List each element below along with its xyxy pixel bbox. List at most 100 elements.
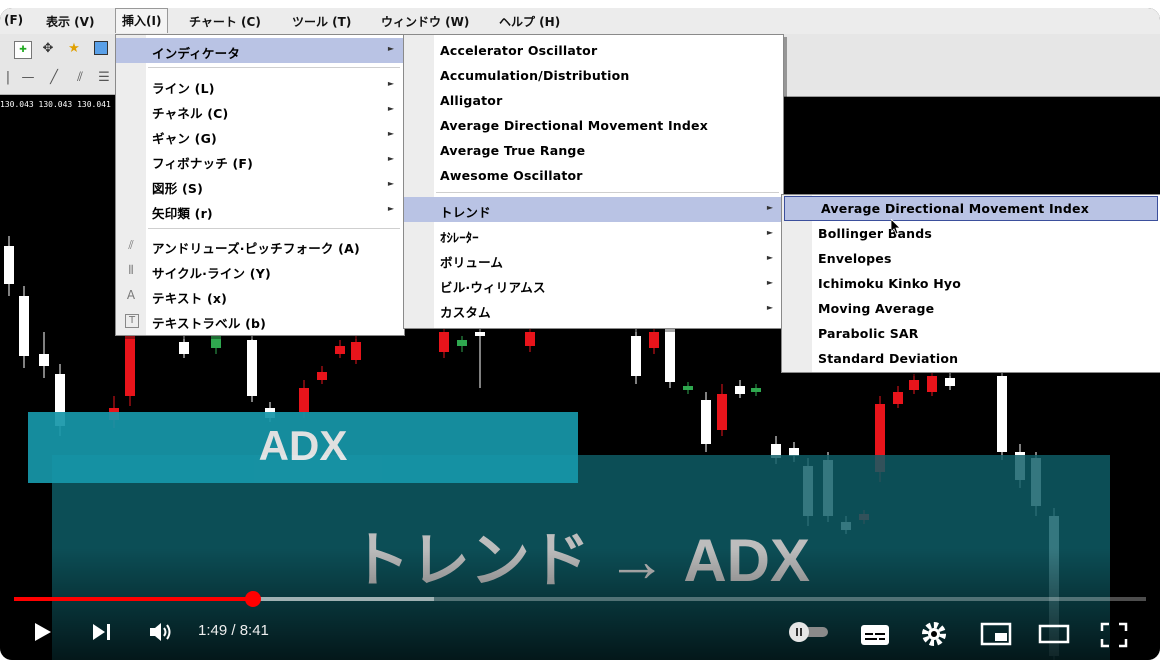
vertical-line-icon[interactable]: | [0, 70, 16, 86]
menu-item-envelopes[interactable]: Envelopes [782, 246, 1160, 271]
menu-item-moving-average[interactable]: Moving Average [782, 296, 1160, 321]
menu-tools[interactable]: ツール (T) [292, 13, 351, 30]
menu-item-volumes[interactable]: ボリューム ► [404, 247, 783, 272]
text-icon: A [126, 288, 136, 302]
toolbar-right [782, 34, 1160, 97]
menu-item-awesome-oscillator[interactable]: Awesome Oscillator [404, 163, 783, 188]
menu-window[interactable]: ウィンドウ (W) [381, 13, 469, 30]
menu-item-standard-deviation[interactable]: Standard Deviation [782, 346, 1160, 371]
progress-bar[interactable] [14, 591, 1146, 607]
menu-item-fibonacci[interactable]: フィボナッチ (F) ► [116, 148, 404, 173]
menu-item-alligator[interactable]: Alligator [404, 88, 783, 113]
subtitles-icon[interactable] [860, 624, 890, 646]
candlestick [247, 334, 257, 402]
menu-item-bill-williams[interactable]: ビル·ウィリアムス ► [404, 272, 783, 297]
menu-item-label: Ichimoku Kinko Hyo [818, 276, 962, 291]
candlestick [927, 370, 937, 396]
menu-item-arrows[interactable]: 矢印類 (r) ► [116, 198, 404, 223]
window-icon[interactable] [94, 41, 108, 55]
menu-insert[interactable]: 挿入(I) [115, 8, 169, 33]
played-bar [14, 597, 253, 601]
menu-item-bollinger-bands[interactable]: Bollinger Bands [782, 221, 1160, 246]
menu-item-custom[interactable]: カスタム ► [404, 297, 783, 322]
mouse-cursor-icon [891, 219, 901, 235]
menu-file[interactable]: (F) [4, 13, 23, 27]
fibonacci-icon[interactable]: ☰ [96, 70, 112, 86]
equidistant-channel-icon[interactable]: ⫽ [72, 70, 88, 86]
menu-item-channels[interactable]: チャネル (C) ► [116, 98, 404, 123]
volume-icon[interactable] [148, 620, 174, 644]
menu-separator [148, 228, 400, 229]
menu-item-label: Envelopes [818, 251, 892, 266]
submenu-arrow-icon: ► [387, 44, 394, 53]
menu-item-trend[interactable]: トレンド ► [404, 197, 783, 222]
menu-item-label: Moving Average [818, 301, 935, 316]
video-frame[interactable]: (F) 表示 (V) 挿入(I) チャート (C) ツール (T) ウィンドウ … [0, 8, 1160, 660]
trendline-icon[interactable]: ╱ [46, 70, 62, 86]
candlestick [39, 332, 49, 378]
settings-gear-icon[interactable] [920, 620, 948, 648]
crosshair-icon[interactable]: ✥ [40, 41, 56, 57]
submenu-arrow-icon: ► [766, 278, 773, 287]
menu-item-andrews-pitchfork[interactable]: ⫽ アンドリューズ·ピッチフォーク (A) [116, 233, 404, 258]
play-icon[interactable] [30, 620, 54, 644]
banner-text: ADX [258, 422, 348, 469]
menu-charts[interactable]: チャート (C) [189, 13, 261, 30]
menu-item-parabolic-sar[interactable]: Parabolic SAR [782, 321, 1160, 346]
candlestick [475, 326, 485, 388]
menu-item-cycle-lines[interactable]: ⦀ サイクル·ライン (Y) [116, 258, 404, 283]
menu-item-indicators[interactable]: インディケータ ► [116, 38, 404, 63]
price-readout: 130.043 130.043 130.041 [0, 100, 111, 109]
menu-item-label: チャネル (C) [152, 106, 229, 121]
toolbar-draw: | — ╱ ⫽ ☰ [0, 64, 116, 95]
candlestick [19, 286, 29, 368]
menu-item-adx[interactable]: Average Directional Movement Index [784, 196, 1158, 221]
next-icon[interactable] [90, 620, 114, 644]
candlestick [439, 326, 449, 358]
menu-item-oscillators[interactable]: ｵｼﾚｰﾀｰ ► [404, 222, 783, 247]
theater-mode-icon[interactable] [1038, 622, 1070, 646]
menu-item-label: Average Directional Movement Index [821, 201, 1089, 216]
menu-item-text-label[interactable]: T テキストラベル (b) [116, 308, 404, 333]
menu-item-label: ライン (L) [152, 81, 215, 96]
candlestick [909, 374, 919, 394]
menu-item-accelerator-oscillator[interactable]: Accelerator Oscillator [404, 38, 783, 63]
submenu-arrow-icon: ► [766, 228, 773, 237]
menu-view[interactable]: 表示 (V) [46, 13, 94, 30]
menu-item-average-true-range[interactable]: Average True Range [404, 138, 783, 163]
candlestick [751, 384, 761, 396]
menu-help[interactable]: ヘルプ (H) [499, 13, 560, 30]
menu-item-ichimoku[interactable]: Ichimoku Kinko Hyo [782, 271, 1160, 296]
candlestick [701, 392, 711, 452]
menu-item-text[interactable]: A テキスト (x) [116, 283, 404, 308]
menu-item-shapes[interactable]: 図形 (S) ► [116, 173, 404, 198]
trend-submenu: Average Directional Movement Index Bolli… [781, 194, 1160, 373]
miniplayer-icon[interactable] [980, 622, 1012, 646]
new-chart-icon[interactable]: ✚ [14, 41, 32, 59]
menu-item-label: Parabolic SAR [818, 326, 919, 341]
favorites-icon[interactable]: ★ [66, 41, 82, 57]
autoplay-toggle-icon[interactable] [788, 621, 830, 643]
candlestick [683, 382, 693, 394]
candlestick [4, 236, 14, 296]
scrubber-handle[interactable] [244, 591, 261, 607]
submenu-arrow-icon: ► [766, 303, 773, 312]
menu-item-label: Alligator [440, 93, 503, 108]
menu-item-label: テキスト (x) [152, 291, 228, 306]
menu-item-accumulation-distribution[interactable]: Accumulation/Distribution [404, 63, 783, 88]
submenu-arrow-icon: ► [387, 204, 394, 213]
menu-item-label: トレンド [440, 205, 491, 220]
fullscreen-icon[interactable] [1100, 622, 1128, 648]
submenu-arrow-icon: ► [387, 179, 394, 188]
menu-item-label: ビル·ウィリアムス [440, 280, 546, 295]
menu-item-gann[interactable]: ギャン (G) ► [116, 123, 404, 148]
menu-bar: (F) 表示 (V) 挿入(I) チャート (C) ツール (T) ウィンドウ … [0, 8, 1160, 35]
candlestick [631, 328, 641, 384]
menu-item-label: Accelerator Oscillator [440, 43, 598, 58]
menu-item-lines[interactable]: ライン (L) ► [116, 73, 404, 98]
menu-item-average-directional-movement-index[interactable]: Average Directional Movement Index [404, 113, 783, 138]
horizontal-line-icon[interactable]: — [20, 70, 36, 86]
text-label-icon: T [125, 314, 139, 328]
menu-separator [148, 67, 400, 68]
menu-item-label: アンドリューズ·ピッチフォーク (A) [152, 241, 360, 256]
